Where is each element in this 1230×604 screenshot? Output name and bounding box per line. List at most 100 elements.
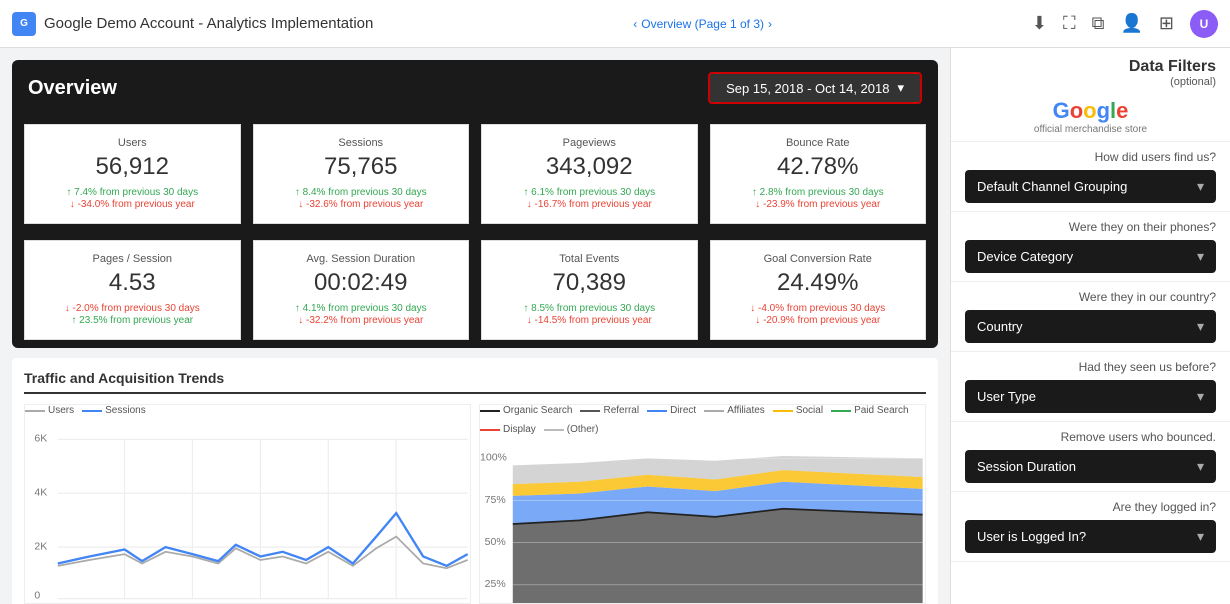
header-right: ⬇ ⛶ ⧉ 👤 ⊞ U [1032,10,1218,38]
legend-affiliates: Affiliates [704,405,765,416]
filter-user-type-dropdown[interactable]: User Type ▾ [965,380,1216,413]
chevron-down-icon: ▾ [897,80,904,96]
metric-bounce-rate-value: 42.78% [727,153,910,181]
metric-session-duration-label: Avg. Session Duration [270,253,453,265]
metric-pageviews-label: Pageviews [498,137,681,149]
svg-text:100%: 100% [480,452,507,464]
filter-device-dropdown[interactable]: Device Category ▾ [965,240,1216,273]
filter-logged-in: Are they logged in? User is Logged In? ▾ [951,492,1230,562]
metric-users-change1: ↑ 7.4% from previous 30 days [41,187,224,198]
overview-header: Overview Sep 15, 2018 - Oct 14, 2018 ▾ [12,60,938,116]
metric-pageviews: Pageviews 343,092 ↑ 6.1% from previous 3… [481,124,698,224]
traffic-title: Traffic and Acquisition Trends [24,370,926,394]
area-chart: Organic Search Referral Direct Affi [479,404,926,604]
app-header: G Google Demo Account - Analytics Implem… [0,0,1230,48]
metric-session-duration-change1: ↑ 4.1% from previous 30 days [270,303,453,314]
metric-sessions-label: Sessions [270,137,453,149]
filter-country-label: Country [977,319,1023,334]
breadcrumb-text[interactable]: Overview (Page 1 of 3) [641,17,764,31]
metric-users-change2: ↓ -34.0% from previous year [41,199,224,210]
legend-display: Display [480,424,536,435]
metric-pages-session: Pages / Session 4.53 ↓ -2.0% from previo… [24,240,241,340]
chevron-down-icon: ▾ [1197,388,1204,405]
metric-total-events-change1: ↑ 8.5% from previous 30 days [498,303,681,314]
download-icon[interactable]: ⬇ [1032,13,1047,34]
filter-session-duration-question: Remove users who bounced. [965,430,1216,444]
metric-goal-conversion-change2: ↓ -20.9% from previous year [727,315,910,326]
filter-session-duration: Remove users who bounced. Session Durati… [951,422,1230,492]
google-logo-area: Google official merchandise store [951,92,1230,142]
metric-goal-conversion-change1: ↓ -4.0% from previous 30 days [727,303,910,314]
filter-channel-dropdown[interactable]: Default Channel Grouping ▾ [965,170,1216,203]
filter-country-dropdown[interactable]: Country ▾ [965,310,1216,343]
line-chart: Users Sessions 6K 4K 2K 0 [24,404,471,604]
metrics-row-2: Pages / Session 4.53 ↓ -2.0% from previo… [12,232,938,348]
metric-pageviews-change1: ↑ 6.1% from previous 30 days [498,187,681,198]
metric-pages-session-change1: ↓ -2.0% from previous 30 days [41,303,224,314]
svg-text:4K: 4K [34,487,47,499]
filter-logged-in-dropdown[interactable]: User is Logged In? ▾ [965,520,1216,553]
filter-channel: How did users find us? Default Channel G… [951,142,1230,212]
metric-bounce-rate-change2: ↓ -23.9% from previous year [727,199,910,210]
svg-text:50%: 50% [485,536,506,548]
metric-sessions-value: 75,765 [270,153,453,181]
metric-pageviews-changes: ↑ 6.1% from previous 30 days ↓ -16.7% fr… [498,187,681,210]
date-range-button[interactable]: Sep 15, 2018 - Oct 14, 2018 ▾ [708,72,922,104]
main-layout: Overview Sep 15, 2018 - Oct 14, 2018 ▾ U… [0,48,1230,604]
legend-users-label: Users [48,405,74,416]
metric-session-duration-value: 00:02:49 [270,269,453,297]
sidebar-header: Data Filters (optional) [951,48,1230,92]
overview-card: Overview Sep 15, 2018 - Oct 14, 2018 ▾ U… [12,60,938,348]
legend-sessions-label: Sessions [105,405,146,416]
app-title: Google Demo Account - Analytics Implemen… [44,15,373,32]
date-range-text: Sep 15, 2018 - Oct 14, 2018 [726,81,889,96]
metric-sessions-change2: ↓ -32.6% from previous year [270,199,453,210]
metric-goal-conversion-label: Goal Conversion Rate [727,253,910,265]
charts-row: Users Sessions 6K 4K 2K 0 [24,404,926,604]
legend-organic: Organic Search [480,405,572,416]
metric-pages-session-changes: ↓ -2.0% from previous 30 days ↑ 23.5% fr… [41,303,224,326]
chevron-right-icon: › [768,17,772,31]
metric-sessions-change1: ↑ 8.4% from previous 30 days [270,187,453,198]
metric-goal-conversion-value: 24.49% [727,269,910,297]
svg-text:6K: 6K [34,433,47,445]
metric-pageviews-change2: ↓ -16.7% from previous year [498,199,681,210]
metric-sessions-changes: ↑ 8.4% from previous 30 days ↓ -32.6% fr… [270,187,453,210]
metric-pages-session-label: Pages / Session [41,253,224,265]
metric-total-events-change2: ↓ -14.5% from previous year [498,315,681,326]
sidebar-title: Data Filters [965,58,1216,76]
legend-social: Social [773,405,823,416]
metrics-row-1: Users 56,912 ↑ 7.4% from previous 30 day… [12,116,938,232]
fullscreen-icon[interactable]: ⛶ [1063,13,1076,34]
metric-users-changes: ↑ 7.4% from previous 30 days ↓ -34.0% fr… [41,187,224,210]
filter-session-duration-label: Session Duration [977,459,1076,474]
copy-icon[interactable]: ⧉ [1092,13,1105,34]
filter-country: Were they in our country? Country ▾ [951,282,1230,352]
avatar[interactable]: U [1190,10,1218,38]
metric-bounce-rate-changes: ↑ 2.8% from previous 30 days ↓ -23.9% fr… [727,187,910,210]
right-sidebar: Data Filters (optional) Google official … [950,48,1230,604]
filter-channel-label: Default Channel Grouping [977,179,1127,194]
grid-icon[interactable]: ⊞ [1159,13,1174,34]
filter-device: Were they on their phones? Device Catego… [951,212,1230,282]
metric-total-events: Total Events 70,389 ↑ 8.5% from previous… [481,240,698,340]
filter-channel-question: How did users find us? [965,150,1216,164]
chevron-down-icon: ▾ [1197,528,1204,545]
chevron-down-icon: ▾ [1197,248,1204,265]
filter-device-question: Were they on their phones? [965,220,1216,234]
filter-session-duration-dropdown[interactable]: Session Duration ▾ [965,450,1216,483]
filter-country-question: Were they in our country? [965,290,1216,304]
metric-goal-conversion-changes: ↓ -4.0% from previous 30 days ↓ -20.9% f… [727,303,910,326]
filter-user-type-label: User Type [977,389,1036,404]
app-logo-icon: G [12,12,36,36]
legend-other: (Other) [544,424,599,435]
metric-goal-conversion: Goal Conversion Rate 24.49% ↓ -4.0% from… [710,240,927,340]
svg-text:25%: 25% [485,578,506,590]
sidebar-subtitle: (optional) [965,76,1216,88]
legend-paid: Paid Search [831,405,908,416]
add-user-icon[interactable]: 👤 [1120,13,1142,34]
legend-users: Users [25,405,74,416]
svg-text:0: 0 [34,590,40,602]
metric-users-label: Users [41,137,224,149]
svg-text:2K: 2K [34,540,47,552]
